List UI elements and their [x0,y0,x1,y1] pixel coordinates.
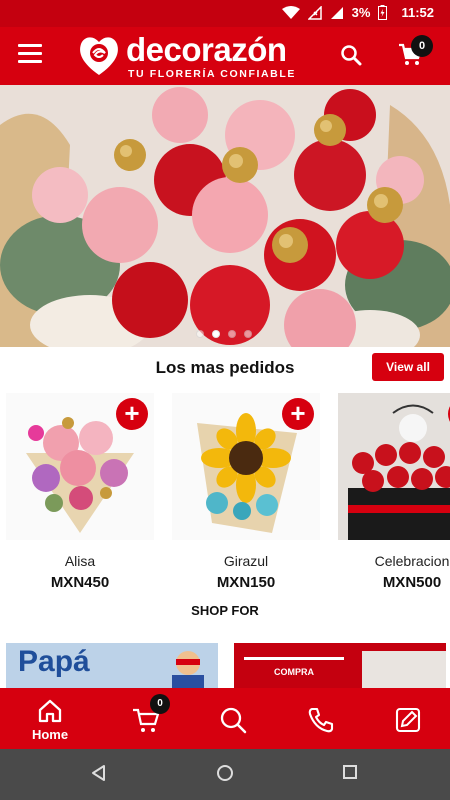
product-name: Celebracion [374,553,450,569]
nav-cart-badge: 0 [150,694,170,714]
product-carousel[interactable]: + Alisa MXN450 + Girazul MXN150 Celebrac… [0,393,450,598]
product-card-celebracion[interactable]: + Celebracion MXN500 [338,393,450,593]
brand-logo[interactable]: decorazón TU FLORERÍA CONFIABLE [78,31,318,81]
back-icon[interactable] [90,764,108,787]
app-bar: decorazón TU FLORERÍA CONFIABLE 0 [0,27,450,85]
banner-text: COMPRA [274,667,314,677]
wifi-icon [281,5,300,20]
nav-phone[interactable] [276,688,366,749]
fathers-day-banner[interactable]: Papá [6,643,218,688]
bottom-navigation: Home 0 [0,688,450,749]
add-to-cart-button[interactable]: + [116,398,148,430]
signal-icon [330,6,344,20]
hamburger-menu-icon[interactable] [18,44,42,64]
battery-percent: 3% [351,5,371,20]
signal-off-icon [307,5,322,20]
carousel-dot[interactable] [244,330,252,338]
superhero-icon [172,651,204,688]
clock: 11:52 [401,5,434,20]
status-bar: 3% 11:52 [0,0,450,27]
view-all-button[interactable]: View all [372,353,444,381]
battery-charging-icon [378,5,388,20]
home-circle-icon[interactable] [216,764,234,787]
brand-tagline: TU FLORERÍA CONFIABLE [128,68,296,80]
promo-banner[interactable]: COMPRA [234,643,446,688]
system-navigation-bar [0,749,450,800]
carousel-dot[interactable] [196,330,204,338]
nav-cart[interactable] [100,688,190,749]
nav-edit[interactable] [364,688,450,749]
search-icon [220,707,247,734]
home-icon [38,699,62,723]
product-price: MXN500 [382,574,442,591]
recents-icon[interactable] [342,764,358,785]
carousel-dot[interactable] [228,330,236,338]
product-name: Girazul [223,553,269,569]
phone-icon [308,707,334,733]
carousel-dots [196,330,252,338]
banner-text: Papá [18,645,90,678]
product-image[interactable] [338,393,450,540]
edit-note-icon [395,707,421,733]
product-card-alisa[interactable]: + Alisa MXN450 [6,393,154,593]
search-icon[interactable] [340,44,362,71]
rose-heart-logo-icon [78,33,120,77]
hero-carousel[interactable] [0,85,450,347]
product-card-girazul[interactable]: + Girazul MXN150 [172,393,320,593]
cart-count-badge: 0 [411,35,433,57]
product-name: Alisa [64,553,96,569]
bouquet-hero-image [0,85,450,347]
shop-for-title: SHOP FOR [191,603,259,618]
add-to-cart-button[interactable]: + [282,398,314,430]
product-price: MXN150 [216,574,276,591]
nav-home-label: Home [31,727,69,742]
carousel-dot-active[interactable] [212,330,220,338]
nav-home[interactable]: Home [5,688,95,749]
featured-section-header: Los mas pedidos View all [0,348,450,388]
status-icons: 3% 11:52 [281,5,434,20]
brand-name: decorazón [126,31,287,68]
nav-search[interactable] [188,688,278,749]
product-price: MXN450 [50,574,110,591]
